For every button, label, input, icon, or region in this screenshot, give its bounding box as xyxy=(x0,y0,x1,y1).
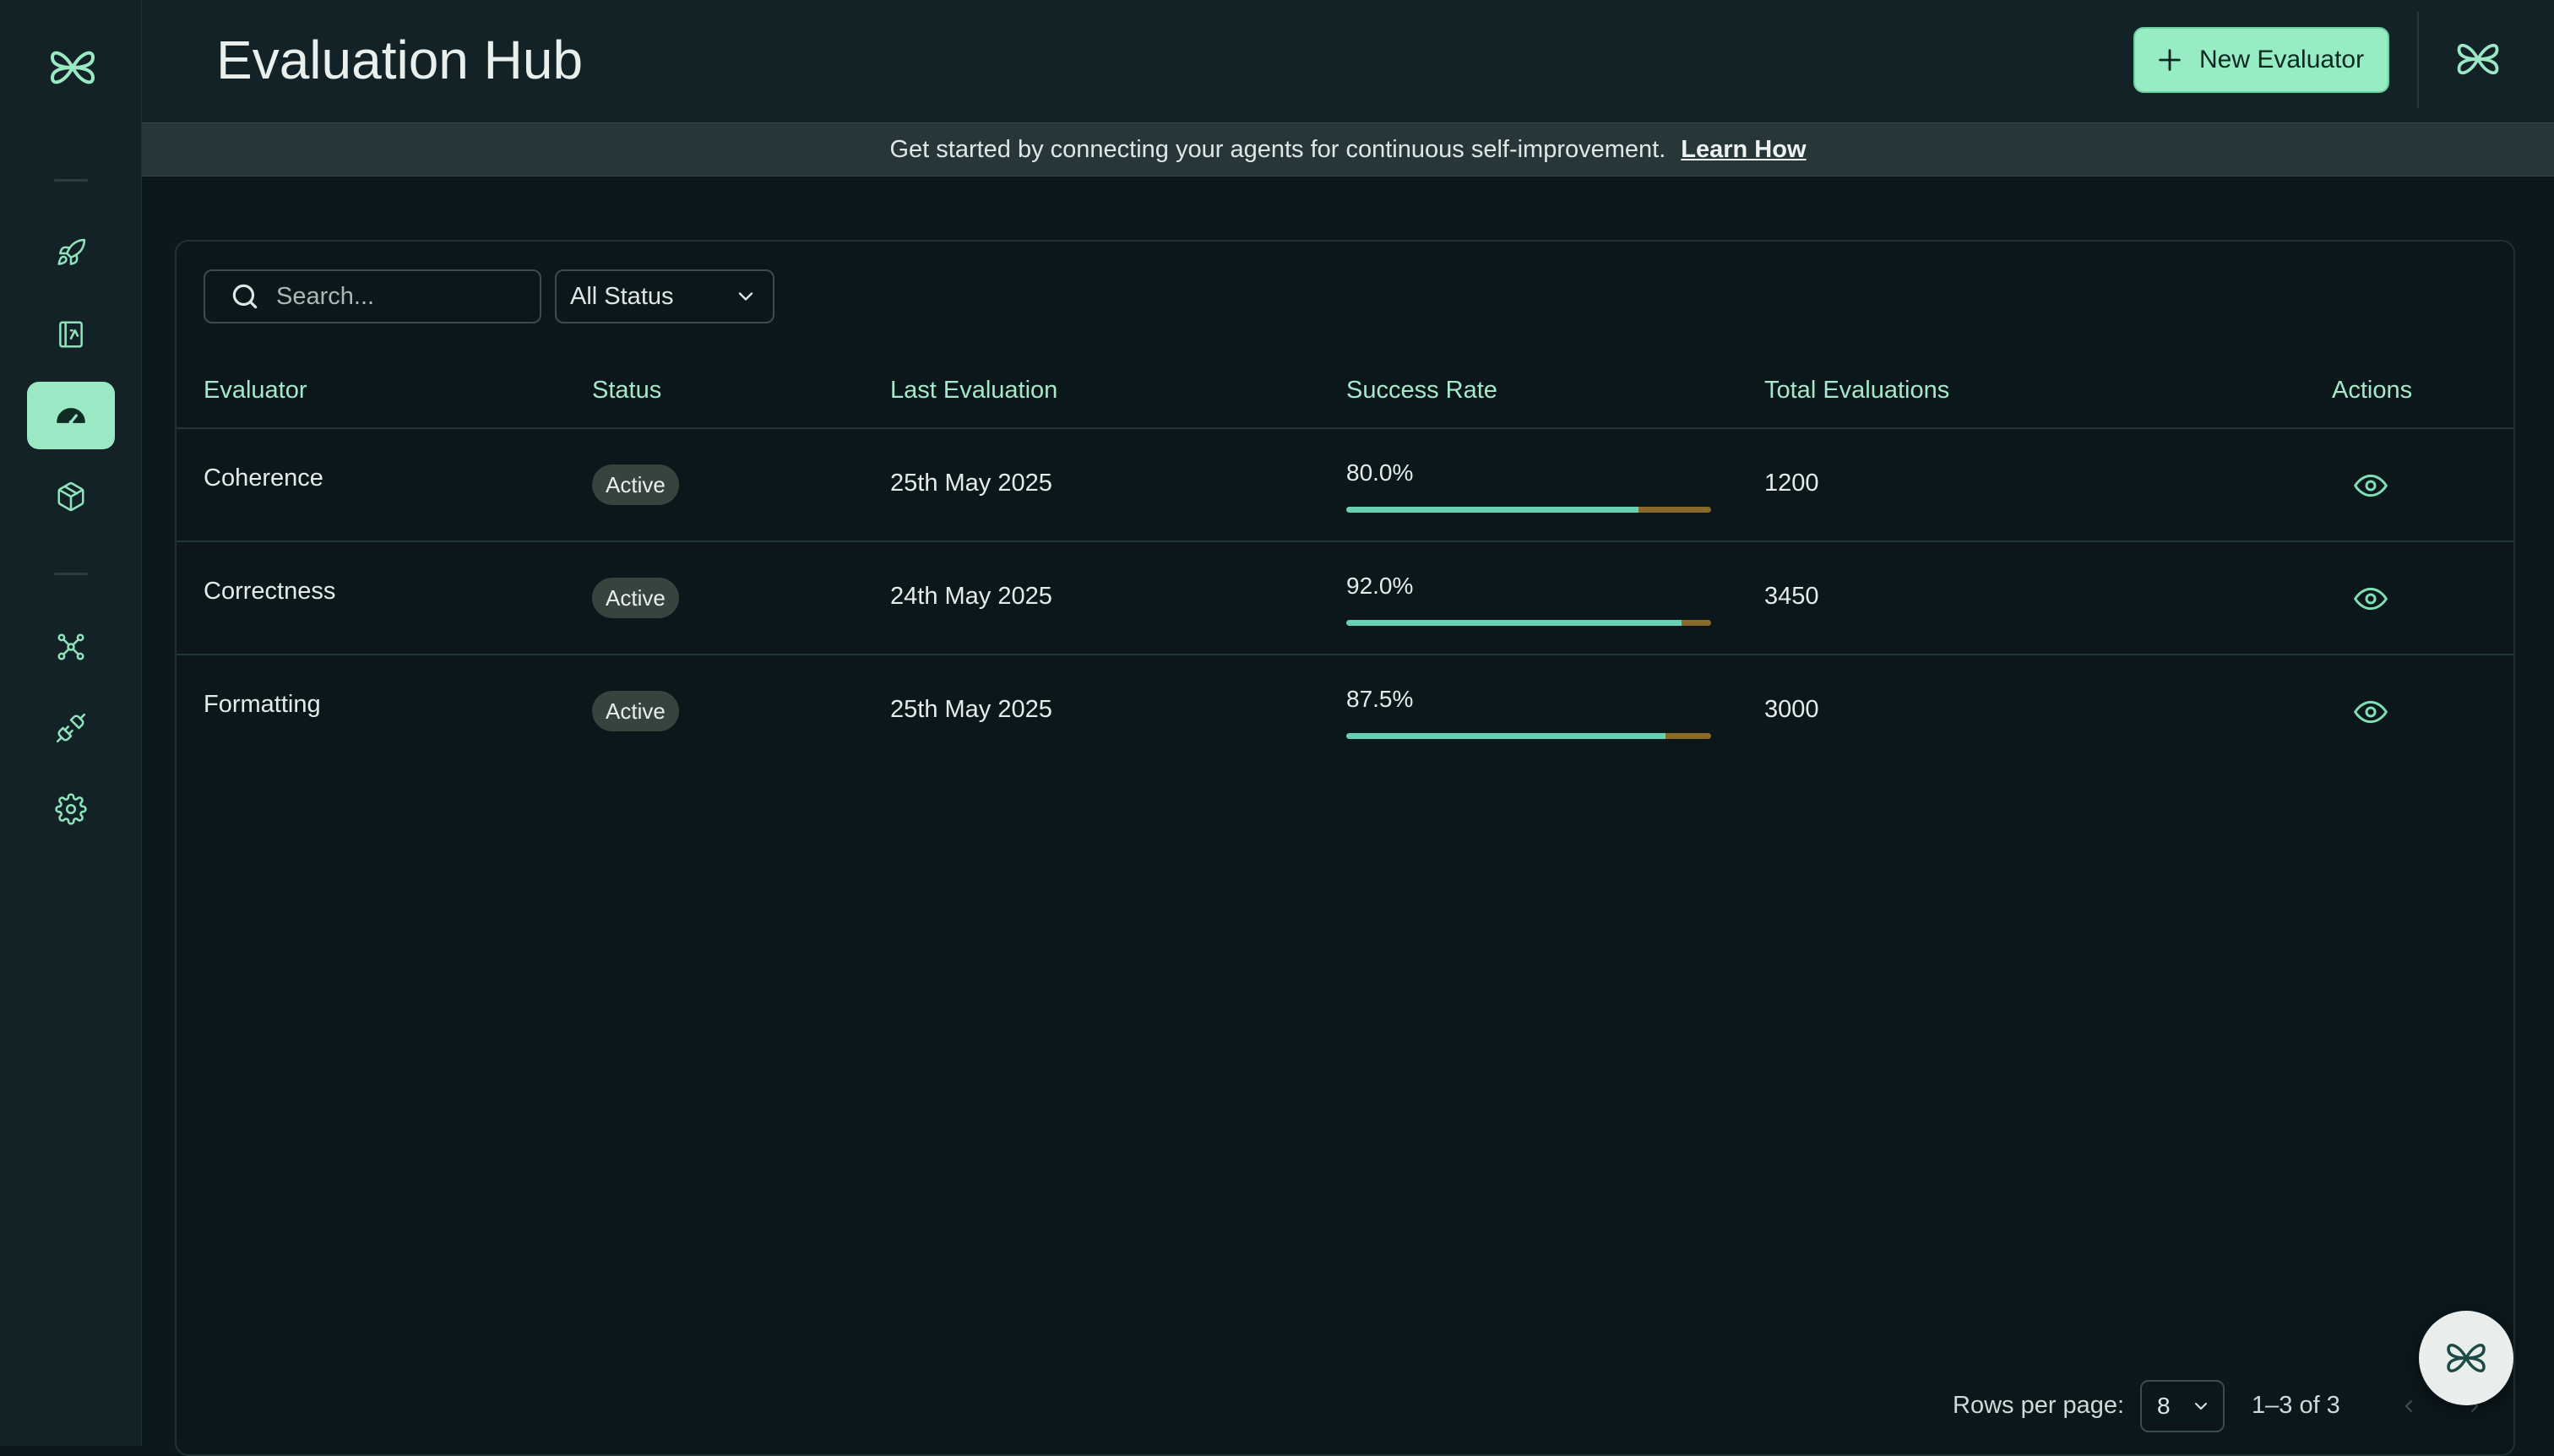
notebook-icon xyxy=(59,321,83,348)
evaluator-name: Correctness xyxy=(204,578,336,605)
total-evaluations-value: 1200 xyxy=(1764,470,1819,497)
view-eye-icon[interactable] xyxy=(2354,698,2388,726)
table-row[interactable]: Formatting Active 25th May 2025 87.5% 30… xyxy=(177,655,2513,769)
previous-page-button[interactable] xyxy=(2394,1389,2424,1423)
sidebar-item-packages[interactable] xyxy=(27,463,115,530)
table-header: Evaluator Status Last Evaluation Success… xyxy=(177,368,2513,429)
logo-icon[interactable] xyxy=(46,44,100,91)
top-header: Evaluation Hub New Evaluator xyxy=(142,0,2554,122)
last-evaluation-date: 25th May 2025 xyxy=(890,696,1052,723)
column-header-success-rate[interactable]: Success Rate xyxy=(1346,377,1497,405)
sidebar-item-notebook[interactable] xyxy=(27,301,115,368)
app-root: Evaluation Hub New Evaluator Get started… xyxy=(0,0,2554,1456)
column-header-last-evaluation[interactable]: Last Evaluation xyxy=(890,377,1057,405)
info-banner: Get started by connecting your agents fo… xyxy=(142,122,2554,177)
status-badge: Active xyxy=(592,578,679,618)
page-title: Evaluation Hub xyxy=(216,30,584,90)
sidebar-item-settings[interactable] xyxy=(27,775,115,843)
success-rate-fill xyxy=(1346,620,1682,626)
success-rate-value: 87.5% xyxy=(1346,686,1414,712)
evaluator-name: Formatting xyxy=(204,691,321,718)
sidebar-item-integrations[interactable] xyxy=(27,694,115,762)
success-rate-bar xyxy=(1346,733,1711,739)
plug-icon xyxy=(56,713,86,743)
success-rate-fill xyxy=(1346,507,1638,513)
evaluator-name: Coherence xyxy=(204,465,323,492)
last-evaluation-date: 25th May 2025 xyxy=(890,470,1052,497)
column-header-actions: Actions xyxy=(2332,377,2413,404)
cube-icon xyxy=(57,481,84,512)
search-box[interactable] xyxy=(204,269,541,323)
brand-logo-icon[interactable] xyxy=(2453,35,2503,83)
gear-icon xyxy=(55,793,87,825)
chevron-left-icon xyxy=(2405,1400,2412,1412)
gauge-icon xyxy=(57,408,85,425)
rows-per-page-select[interactable]: 8 xyxy=(2140,1380,2225,1432)
chevron-down-icon xyxy=(738,292,753,301)
pagination-range: 1–3 of 3 xyxy=(2252,1392,2340,1419)
success-rate-value: 92.0% xyxy=(1346,573,1414,599)
header-divider xyxy=(2417,12,2419,108)
status-filter-select[interactable]: All Status xyxy=(555,269,774,323)
view-eye-icon[interactable] xyxy=(2354,471,2388,500)
nodes-icon xyxy=(57,633,84,660)
table-row[interactable]: Coherence Active 25th May 2025 80.0% 120… xyxy=(177,429,2513,542)
assistant-fab-button[interactable] xyxy=(2419,1311,2513,1405)
status-filter-value: All Status xyxy=(570,282,674,310)
status-badge: Active xyxy=(592,465,679,505)
learn-how-link[interactable]: Learn How xyxy=(1681,136,1806,164)
search-icon xyxy=(232,284,258,309)
rocket-icon xyxy=(57,238,86,265)
new-evaluator-label: New Evaluator xyxy=(2199,46,2365,73)
sidebar-item-evaluation[interactable] xyxy=(27,382,115,449)
new-evaluator-button[interactable]: New Evaluator xyxy=(2133,27,2389,93)
column-header-evaluator[interactable]: Evaluator xyxy=(204,377,307,405)
plus-icon xyxy=(2159,49,2181,71)
success-rate-fill xyxy=(1346,733,1666,739)
status-badge: Active xyxy=(592,691,679,731)
column-header-status[interactable]: Status xyxy=(592,377,661,405)
evaluators-card: All Status Evaluator Status Last Evaluat… xyxy=(175,240,2515,1456)
column-header-total-evaluations[interactable]: Total Evaluations xyxy=(1764,377,1949,405)
rows-per-page-value: 8 xyxy=(2157,1393,2171,1419)
brand-logo-icon xyxy=(2447,1344,2486,1372)
sidebar-divider xyxy=(54,179,88,182)
chevron-down-icon xyxy=(2195,1403,2207,1410)
success-rate-bar xyxy=(1346,507,1711,513)
banner-text: Get started by connecting your agents fo… xyxy=(889,135,1666,163)
total-evaluations-value: 3000 xyxy=(1764,696,1819,723)
rows-per-page-label: Rows per page: xyxy=(1953,1392,2125,1419)
table-row[interactable]: Correctness Active 24th May 2025 92.0% 3… xyxy=(177,542,2513,655)
success-rate-value: 80.0% xyxy=(1346,459,1414,486)
total-evaluations-value: 3450 xyxy=(1764,583,1819,610)
last-evaluation-date: 24th May 2025 xyxy=(890,583,1052,610)
sidebar-item-rocket[interactable] xyxy=(27,220,115,287)
view-eye-icon[interactable] xyxy=(2354,584,2388,613)
sidebar-divider xyxy=(54,573,88,575)
sidebar-item-graph[interactable] xyxy=(27,613,115,681)
search-input[interactable] xyxy=(276,282,530,311)
success-rate-bar xyxy=(1346,620,1711,626)
sidebar xyxy=(0,0,142,1446)
